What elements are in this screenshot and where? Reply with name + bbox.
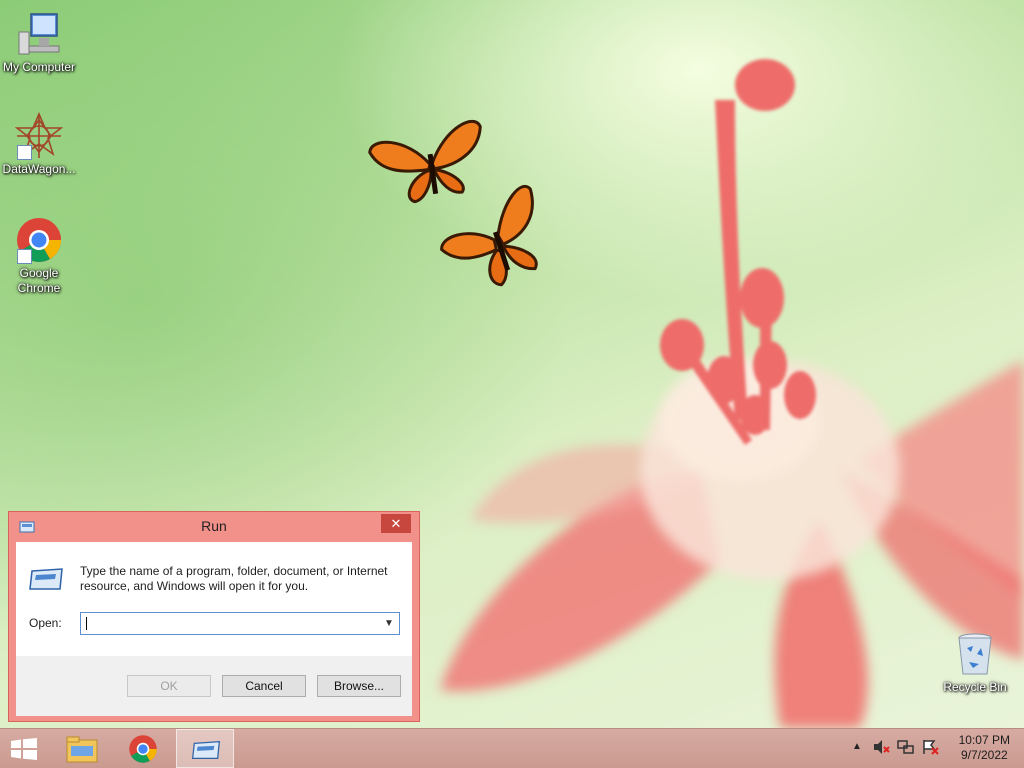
- butterfly-image: [368, 120, 482, 204]
- browse-button[interactable]: Browse...: [317, 675, 401, 697]
- taskbar-file-explorer[interactable]: [52, 729, 110, 768]
- datawagon-icon: [15, 112, 63, 160]
- butterfly-image: [440, 185, 538, 287]
- desktop-icon-datawagon[interactable]: DataWagon...: [0, 112, 78, 177]
- taskbar-chrome[interactable]: [114, 729, 172, 768]
- start-button[interactable]: [0, 729, 48, 768]
- desktop-icon-label: Recycle Bin: [943, 680, 1007, 694]
- volume-muted-icon[interactable]: [872, 739, 890, 758]
- run-dialog: Run ✕ Type the name of a program, folder…: [8, 511, 420, 722]
- chevron-down-icon[interactable]: ▼: [379, 613, 399, 634]
- desktop-icon-label: Google Chrome: [17, 266, 61, 295]
- desktop-icon-label: DataWagon...: [2, 162, 76, 176]
- close-button[interactable]: ✕: [381, 514, 411, 533]
- desktop-icon-recycle-bin[interactable]: Recycle Bin: [936, 630, 1014, 695]
- run-dialog-titlebar[interactable]: Run ✕: [9, 512, 419, 542]
- chrome-icon: [15, 216, 63, 264]
- text-caret: [86, 617, 87, 630]
- taskbar: ▲ 10:07 PM 9/7/2022: [0, 728, 1024, 768]
- taskbar-run[interactable]: [176, 729, 234, 768]
- open-label: Open:: [29, 616, 62, 630]
- show-hidden-icons[interactable]: ▲: [852, 741, 862, 752]
- run-dialog-body: Type the name of a program, folder, docu…: [16, 542, 412, 716]
- run-dialog-description: Type the name of a program, folder, docu…: [80, 564, 388, 593]
- open-input[interactable]: [81, 613, 379, 634]
- clock-date: 9/7/2022: [960, 748, 1008, 762]
- computer-icon: [15, 10, 63, 58]
- desktop-icon-my-computer[interactable]: My Computer: [0, 10, 78, 75]
- shortcut-arrow-icon: [17, 145, 32, 160]
- action-center-icon[interactable]: [922, 739, 940, 758]
- open-combobox[interactable]: ▼: [80, 612, 400, 635]
- desktop-icon-label: My Computer: [2, 60, 76, 74]
- desktop-icon-google-chrome[interactable]: Google Chrome: [0, 216, 78, 296]
- close-icon: ✕: [390, 516, 402, 531]
- shortcut-arrow-icon: [17, 249, 32, 264]
- run-icon: [28, 567, 64, 596]
- network-icon[interactable]: [897, 739, 915, 758]
- windows-logo-icon: [11, 738, 37, 760]
- recycle-bin-icon: [951, 630, 999, 678]
- chrome-icon: [129, 735, 157, 763]
- taskbar-clock[interactable]: 10:07 PM 9/7/2022: [959, 733, 1010, 763]
- ok-button[interactable]: OK: [127, 675, 211, 697]
- run-dialog-title: Run: [201, 518, 227, 534]
- file-explorer-icon: [66, 736, 98, 763]
- clock-time: 10:07 PM: [958, 733, 1010, 747]
- cancel-button[interactable]: Cancel: [222, 675, 306, 697]
- run-icon: [191, 740, 221, 759]
